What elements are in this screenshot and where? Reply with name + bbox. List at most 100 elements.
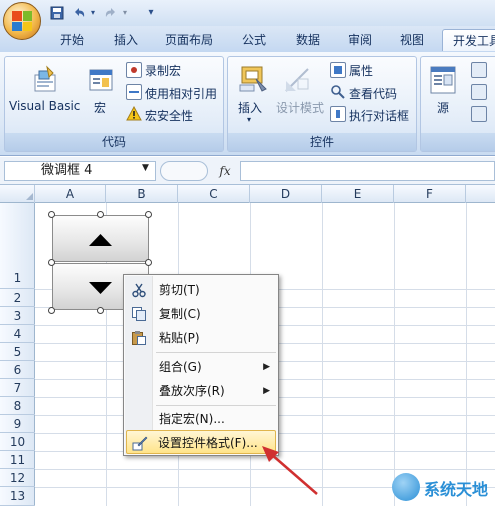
select-all-corner[interactable]: [0, 185, 35, 203]
formula-bar-resize-handle[interactable]: [160, 161, 208, 181]
properties-button[interactable]: 属性: [349, 62, 373, 79]
menu-item-format-control[interactable]: 设置控件格式(F)...: [126, 430, 276, 454]
properties-icon: [330, 62, 346, 78]
column-header-c[interactable]: C: [178, 185, 250, 203]
menu-item-cut[interactable]: 剪切(T): [126, 278, 276, 302]
view-code-button[interactable]: 查看代码: [349, 85, 397, 102]
row-header-8[interactable]: 8: [0, 397, 35, 415]
row-header-10[interactable]: 10: [0, 433, 35, 451]
tab-developer[interactable]: 开发工具: [442, 29, 495, 51]
macros-button[interactable]: 宏: [94, 99, 106, 116]
code-group-label: 代码: [5, 133, 223, 151]
column-header-e[interactable]: E: [322, 185, 394, 203]
submenu-arrow-icon: ▶: [263, 362, 270, 372]
menu-separator: [156, 405, 276, 406]
row-header-4[interactable]: 4: [0, 325, 35, 343]
expansion-packs-icon[interactable]: [471, 84, 487, 100]
scissors-icon: [131, 282, 147, 298]
context-menu: 剪切(T) 复制(C) 粘贴(P) 组合(G) ▶ 叠放次序(R) ▶ 指定宏(…: [123, 274, 279, 456]
xml-source-button[interactable]: 源: [437, 99, 449, 116]
relative-reference-icon: [126, 84, 142, 100]
column-header-d[interactable]: D: [250, 185, 322, 203]
ribbon-tabs: 开始 插入 页面布局 公式 数据 审阅 视图 开发工具: [0, 26, 495, 52]
name-box[interactable]: 微调框 4: [4, 161, 156, 181]
resize-handle[interactable]: [145, 211, 152, 218]
title-bar: ▾ ▾ ▾: [0, 0, 495, 26]
spin-up-button[interactable]: [52, 215, 149, 262]
submenu-arrow-icon: ▶: [263, 386, 270, 396]
redo-dropdown-icon[interactable]: ▾: [118, 6, 132, 20]
row-header-11[interactable]: 11: [0, 451, 35, 469]
row-header-6[interactable]: 6: [0, 361, 35, 379]
tab-data[interactable]: 数据: [286, 29, 330, 51]
resize-handle[interactable]: [145, 259, 152, 266]
insert-controls-button[interactable]: 插入: [238, 99, 262, 116]
controls-group: 插入 ▾ 设计模式 属性 查看代码 执行对话框 控件: [227, 56, 417, 152]
menu-item-assign-macro[interactable]: 指定宏(N)...: [126, 407, 276, 431]
warning-icon: [126, 105, 142, 122]
format-control-icon: [132, 435, 148, 451]
formula-input[interactable]: [240, 161, 495, 181]
resize-handle[interactable]: [48, 259, 55, 266]
row-header-7[interactable]: 7: [0, 379, 35, 397]
undo-dropdown-icon[interactable]: ▾: [86, 6, 100, 20]
menu-item-label: 粘贴(P): [159, 331, 200, 345]
paste-icon: [131, 330, 147, 346]
macro-security-button[interactable]: 宏安全性: [145, 107, 193, 124]
resize-handle[interactable]: [97, 307, 104, 314]
row-header-9[interactable]: 9: [0, 415, 35, 433]
run-dialog-button[interactable]: 执行对话框: [349, 107, 409, 124]
resize-handle[interactable]: [48, 307, 55, 314]
office-logo-icon: [12, 11, 32, 31]
column-header-b[interactable]: B: [106, 185, 178, 203]
menu-item-copy[interactable]: 复制(C): [126, 302, 276, 326]
menu-item-label: 组合(G): [159, 360, 202, 374]
relative-reference-button[interactable]: 使用相对引用: [145, 85, 217, 102]
record-macro-button[interactable]: 录制宏: [145, 62, 181, 79]
menu-item-order[interactable]: 叠放次序(R) ▶: [126, 379, 276, 403]
save-icon[interactable]: [50, 6, 64, 20]
macros-icon: [87, 67, 115, 95]
row-header-13[interactable]: 13: [0, 487, 35, 506]
resize-handle[interactable]: [97, 211, 104, 218]
row-header-2[interactable]: 2: [0, 289, 35, 307]
menu-separator: [156, 352, 276, 353]
tab-view[interactable]: 视图: [390, 29, 434, 51]
insert-dropdown-icon[interactable]: ▾: [247, 115, 251, 124]
design-mode-button[interactable]: 设计模式: [276, 99, 324, 116]
row-header-1[interactable]: 1: [0, 203, 35, 289]
tab-insert[interactable]: 插入: [104, 29, 148, 51]
name-box-dropdown-icon[interactable]: ▼: [142, 163, 149, 173]
row-header-12[interactable]: 12: [0, 469, 35, 487]
redo-icon[interactable]: [104, 6, 118, 20]
tab-review[interactable]: 审阅: [338, 29, 382, 51]
column-header-f[interactable]: F: [394, 185, 466, 203]
chevron-down-icon[interactable]: ▾: [144, 6, 158, 20]
menu-item-group[interactable]: 组合(G) ▶: [126, 355, 276, 379]
design-mode-icon: [282, 65, 312, 95]
visual-basic-button[interactable]: Visual Basic: [9, 99, 80, 113]
tab-page-layout[interactable]: 页面布局: [156, 29, 222, 51]
tab-formulas[interactable]: 公式: [232, 29, 276, 51]
gridline: [394, 203, 395, 506]
menu-item-label: 指定宏(N)...: [159, 412, 225, 426]
copy-icon: [131, 306, 147, 322]
gridline: [466, 203, 467, 506]
undo-icon[interactable]: [72, 6, 86, 20]
column-header-a[interactable]: A: [35, 185, 106, 203]
resize-handle[interactable]: [48, 211, 55, 218]
menu-item-paste[interactable]: 粘贴(P): [126, 326, 276, 350]
column-header-g[interactable]: [466, 185, 495, 203]
refresh-data-icon[interactable]: [471, 106, 487, 122]
xml-group: 源: [420, 56, 495, 152]
row-header-5[interactable]: 5: [0, 343, 35, 361]
map-properties-icon[interactable]: [471, 62, 487, 78]
insert-function-icon[interactable]: fx: [210, 161, 240, 181]
row-header-3[interactable]: 3: [0, 307, 35, 325]
watermark: 系统天地: [388, 470, 495, 506]
office-button[interactable]: [3, 2, 41, 40]
tab-home[interactable]: 开始: [50, 29, 94, 51]
visual-basic-icon: [31, 65, 61, 95]
record-macro-icon: [126, 62, 142, 78]
insert-controls-icon: [236, 63, 270, 95]
